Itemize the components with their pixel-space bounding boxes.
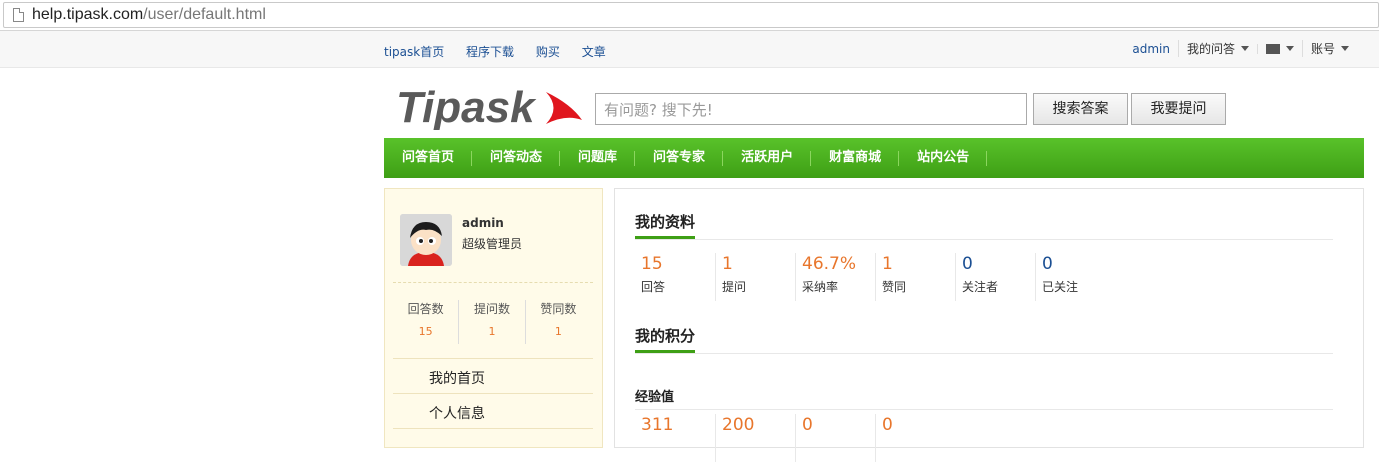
- info-stat-following[interactable]: 0 已关注: [1035, 253, 1115, 301]
- top-link-download[interactable]: 程序下载: [466, 45, 514, 59]
- page-icon: [13, 8, 24, 22]
- divider: [635, 409, 1333, 410]
- my-questions-dropdown[interactable]: 我的问答: [1177, 40, 1257, 57]
- info-stat-questions[interactable]: 1 提问: [715, 253, 795, 301]
- stat-likes[interactable]: 赞同数 1: [524, 300, 591, 344]
- nav-shop[interactable]: 财富商城: [811, 138, 900, 178]
- chevron-down-icon: [1341, 46, 1349, 51]
- exp-label: 经验值: [635, 390, 675, 405]
- info-stat-answers[interactable]: 15 回答: [635, 253, 715, 301]
- top-link-buy[interactable]: 购买: [536, 45, 560, 59]
- section-my-info: 我的资料: [635, 211, 1333, 240]
- menu-label: 个人信息: [429, 406, 485, 422]
- chevron-down-icon: [1285, 46, 1294, 51]
- url-path: /user/default.html: [143, 6, 266, 23]
- top-links: tipask首页 程序下载 购买 文章: [384, 43, 624, 60]
- nav-dynamics[interactable]: 问答动态: [472, 138, 561, 178]
- exp-value: 311: [641, 415, 674, 435]
- info-stat-value: 0: [1042, 254, 1053, 274]
- info-stat-label: 关注者: [962, 280, 999, 294]
- main-nav: 问答首页 问答动态 问题库 问答专家 活跃用户 财富商城 站内公告: [384, 138, 1364, 178]
- exp-value-item: 0: [795, 414, 875, 462]
- nav-questions[interactable]: 问题库: [560, 138, 636, 178]
- info-stat-adoption-rate[interactable]: 46.7% 采纳率: [795, 253, 875, 301]
- user-name: admin: [1132, 41, 1170, 56]
- messages-dropdown[interactable]: [1256, 43, 1302, 54]
- top-link-home[interactable]: tipask首页: [384, 45, 444, 59]
- nav-active-users[interactable]: 活跃用户: [723, 138, 812, 178]
- profile-stats: 回答数 15 提问数 1 赞同数 1: [393, 300, 591, 344]
- info-stat-value: 15: [641, 254, 663, 274]
- exp-value-item: 311: [635, 414, 715, 462]
- account-label: 账号: [1310, 42, 1335, 56]
- stat-label: 提问数: [473, 302, 510, 316]
- tipask-logo[interactable]: Tipask: [396, 84, 586, 130]
- exp-values: 311 200 0 0: [635, 414, 955, 462]
- stat-answers[interactable]: 回答数 15: [393, 300, 458, 344]
- search-answers-button[interactable]: 搜索答案: [1033, 93, 1128, 125]
- exp-value-item: 0: [875, 414, 955, 462]
- url-box[interactable]: help.tipask.com/user/default.html: [3, 2, 1379, 28]
- menu-label: 我的首页: [429, 371, 485, 387]
- my-info-stats: 15 回答 1 提问 46.7% 采纳率 1 赞同 0 关注者 0 已关注: [635, 253, 1115, 301]
- section-title: 我的积分: [635, 325, 696, 353]
- top-link-article[interactable]: 文章: [582, 45, 606, 59]
- avatar[interactable]: [400, 214, 452, 266]
- menu-personal-info[interactable]: 个人信息: [393, 393, 593, 428]
- info-stat-likes[interactable]: 1 赞同: [875, 253, 955, 301]
- info-stat-value: 1: [722, 254, 733, 274]
- profile-name[interactable]: admin: [462, 216, 504, 230]
- section-my-points: 我的积分: [635, 325, 1333, 354]
- info-stat-value: 1: [882, 254, 893, 274]
- info-stat-label: 回答: [641, 280, 666, 294]
- exp-value: 200: [722, 415, 755, 435]
- divider: [393, 282, 593, 283]
- exp-value: 0: [802, 415, 813, 435]
- account-dropdown[interactable]: 账号: [1301, 40, 1357, 57]
- stat-questions[interactable]: 提问数 1: [458, 300, 524, 344]
- ask-question-button[interactable]: 我要提问: [1131, 93, 1226, 125]
- section-title: 我的资料: [635, 211, 696, 239]
- info-stat-value: 0: [962, 254, 973, 274]
- exp-value-item: 200: [715, 414, 795, 462]
- menu-my-home[interactable]: 我的首页: [393, 358, 593, 393]
- info-stat-value: 46.7%: [802, 254, 857, 274]
- nav-announcements[interactable]: 站内公告: [899, 138, 988, 178]
- stat-label: 赞同数: [540, 302, 577, 316]
- avatar-image: [400, 214, 452, 266]
- url-host: help.tipask.com: [32, 6, 144, 23]
- top-bar: tipask首页 程序下载 购买 文章 admin 我的问答 账号: [0, 31, 1379, 68]
- profile-sidebar: admin 超级管理员 回答数 15 提问数 1 赞同数 1 我的首页 个人信息: [384, 188, 603, 448]
- logo-text: Tipask: [396, 84, 537, 130]
- info-stat-followers[interactable]: 0 关注者: [955, 253, 1035, 301]
- stat-value: 1: [488, 325, 496, 338]
- exp-value: 0: [882, 415, 893, 435]
- nav-experts[interactable]: 问答专家: [635, 138, 724, 178]
- chevron-down-icon: [1240, 46, 1249, 51]
- info-stat-label: 赞同: [882, 280, 907, 294]
- profile-role: 超级管理员: [462, 237, 523, 251]
- profile-content: 我的资料 15 回答 1 提问 46.7% 采纳率 1 赞同 0 关注者 0 已…: [614, 188, 1364, 462]
- menu-divider: [393, 428, 593, 463]
- logo-swoosh: [546, 92, 582, 124]
- user-menu: admin 我的问答 账号: [1124, 40, 1357, 57]
- mail-icon: [1265, 43, 1280, 54]
- stat-value: 1: [554, 325, 562, 338]
- stat-value: 15: [418, 325, 433, 338]
- info-stat-label: 已关注: [1042, 280, 1079, 294]
- user-link[interactable]: admin: [1124, 42, 1178, 56]
- stat-label: 回答数: [407, 302, 444, 316]
- search-box: [595, 93, 1027, 125]
- url-text[interactable]: help.tipask.com/user/default.html: [32, 6, 266, 24]
- my-questions-label: 我的问答: [1186, 42, 1235, 56]
- info-stat-label: 提问: [722, 280, 747, 294]
- info-stat-label: 采纳率: [802, 280, 839, 294]
- browser-address-bar: help.tipask.com/user/default.html: [0, 0, 1379, 31]
- search-input[interactable]: [602, 95, 1026, 125]
- nav-home[interactable]: 问答首页: [384, 138, 473, 178]
